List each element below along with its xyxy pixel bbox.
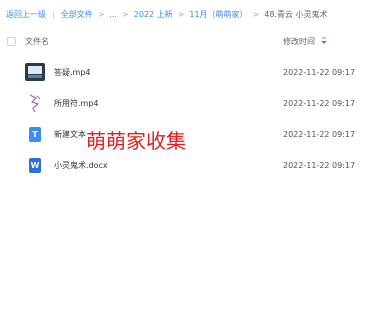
breadcrumb-ellipsis[interactable]: ...	[109, 10, 117, 19]
sort-icon[interactable]	[321, 36, 327, 46]
breadcrumb-folder-11[interactable]: 11月（萌萌家）	[189, 9, 247, 20]
chevron-right-icon: >	[177, 9, 185, 19]
name-column-header[interactable]: 文件名	[25, 36, 49, 47]
chevron-right-icon: >	[97, 9, 105, 19]
file-time: 2022-11-22 09:17	[283, 129, 356, 139]
word-file-icon: W	[24, 154, 46, 176]
chevron-right-icon: >	[122, 9, 129, 19]
file-name[interactable]: 新建文本	[54, 129, 86, 140]
file-time: 2022-11-22 09:17	[283, 67, 356, 77]
file-row[interactable]: 答疑.mp4 2022-11-22 09:17	[0, 57, 373, 87]
time-column-label: 修改时间	[283, 36, 315, 46]
breadcrumb-current: 48.青云 小灵鬼术	[264, 9, 328, 19]
file-list-header: 文件名 修改时间	[0, 30, 373, 52]
txt-file-icon: T	[24, 123, 46, 145]
breadcrumb-all-files[interactable]: 全部文件	[61, 9, 93, 20]
file-name[interactable]: 所用符.mp4	[54, 98, 99, 109]
breadcrumb-folder-2022[interactable]: 2022 上新	[134, 9, 173, 20]
file-name[interactable]: 答疑.mp4	[54, 67, 91, 78]
file-row[interactable]: T 新建文本 2022-11-22 09:17	[0, 119, 373, 149]
file-time: 2022-11-22 09:17	[283, 98, 356, 108]
breadcrumb-divider: |	[52, 9, 55, 19]
breadcrumb: 返回上一级 | 全部文件 > ... > 2022 上新 > 11月（萌萌家） …	[6, 6, 328, 22]
file-row[interactable]: 所用符.mp4 2022-11-22 09:17	[0, 88, 373, 118]
time-column-header[interactable]: 修改时间	[283, 36, 327, 47]
back-link[interactable]: 返回上一级	[6, 9, 46, 20]
select-all-checkbox[interactable]	[7, 36, 16, 46]
file-row[interactable]: W 小灵鬼术.docx 2022-11-22 09:17	[0, 150, 373, 180]
file-time: 2022-11-22 09:17	[283, 160, 356, 170]
talisman-sketch-icon	[24, 92, 46, 114]
watermark-text: 萌萌家收集	[86, 129, 186, 153]
video-thumbnail-icon	[24, 61, 46, 83]
chevron-right-icon: >	[252, 9, 260, 19]
file-name[interactable]: 小灵鬼术.docx	[54, 160, 108, 171]
